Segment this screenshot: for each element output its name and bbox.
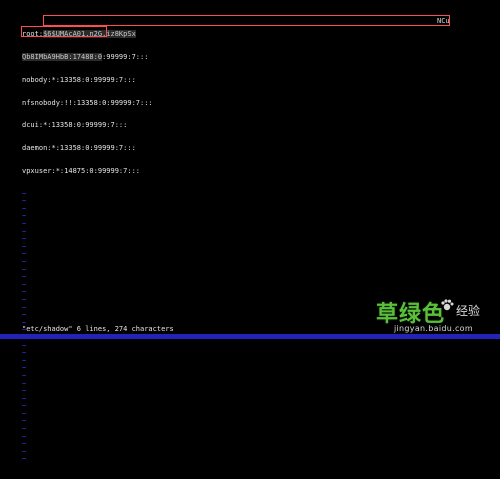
empty-line-tilde: ~ — [22, 409, 27, 418]
empty-line-tilde: ~ — [22, 311, 27, 320]
editor-line-3: nobody:*:13358:0:99999:7::: — [22, 75, 136, 84]
empty-line-tilde: ~ — [22, 341, 27, 350]
empty-line-tilde: ~ — [22, 265, 27, 274]
paw-icon — [441, 299, 454, 311]
status-line: "etc/shadow" 6 lines, 274 characters — [22, 325, 174, 333]
empty-line-tilde: ~ — [22, 364, 27, 373]
empty-line-tilde: ~ — [22, 250, 27, 259]
watermark-suffix: 经验 — [456, 304, 481, 318]
empty-line-tilde: ~ — [22, 394, 27, 403]
empty-line-tilde: ~ — [22, 349, 27, 358]
empty-line-tilde: ~ — [22, 417, 27, 426]
editor-line-2: Qb8IMbA9HbB:17488:0:99999:7::: — [22, 52, 153, 62]
empty-line-tilde: ~ — [22, 258, 27, 266]
line-suffix: :99999:7::: — [102, 52, 149, 61]
empty-line-tilde: ~ — [22, 447, 27, 456]
empty-line-tilde: ~ — [22, 189, 27, 198]
empty-line-tilde: ~ — [22, 220, 27, 229]
editor-line-6: daemon:*:13358:0:99999:7::: — [22, 144, 136, 153]
empty-line-tilde: ~ — [22, 273, 27, 282]
empty-line-tilde: ~ — [22, 379, 27, 388]
empty-line-tilde: ~ — [22, 288, 27, 297]
highlight-box-hash-continued — [21, 26, 107, 37]
empty-line-tilde: ~ — [22, 197, 27, 206]
empty-line-tilde: ~ — [22, 303, 27, 312]
editor-line-4: nfsnobody:!!:13358:0:99999:7::: — [22, 98, 153, 107]
empty-line-tilde: ~ — [22, 356, 27, 365]
empty-line-tilde: ~ — [22, 280, 27, 289]
editor-line-7: vpxuser:*:14875:0:99999:7::: — [22, 166, 141, 175]
empty-line-tilde: ~ — [22, 455, 27, 464]
password-hash-blurred: Qb8IMbA9HbB:17488:0 — [22, 52, 103, 61]
empty-line-tilde: ~ — [22, 387, 27, 396]
highlight-box-hash — [43, 15, 450, 26]
empty-line-tilde: ~ — [22, 425, 27, 434]
empty-line-tilde: ~ — [22, 371, 27, 380]
empty-line-tilde: ~ — [22, 295, 27, 304]
empty-line-tilde: ~ — [22, 402, 27, 411]
editor-buffer[interactable]: root:$6$UMAcA01.n2G.iz8KpSx Qb8IMbA9HbB:… — [22, 16, 153, 479]
empty-line-tilde: ~ — [22, 235, 27, 244]
editor-line-5: dcui:*:13358:0:99999:7::: — [22, 121, 128, 130]
empty-line-tilde: ~ — [22, 242, 27, 251]
empty-line-tilde: ~ — [22, 432, 27, 441]
watermark-logo: 草绿色 经验 jingyan.baidu.com — [376, 296, 488, 336]
empty-line-tilde: ~ — [22, 204, 27, 213]
empty-line-tilde: ~ — [22, 227, 27, 236]
watermark-url: jingyan.baidu.com — [394, 324, 473, 333]
empty-line-tilde: ~ — [22, 212, 27, 221]
terminal-screen[interactable]: root:$6$UMAcA01.n2G.iz8KpSx Qb8IMbA9HbB:… — [0, 0, 500, 463]
empty-line-tilde: ~ — [22, 440, 27, 449]
